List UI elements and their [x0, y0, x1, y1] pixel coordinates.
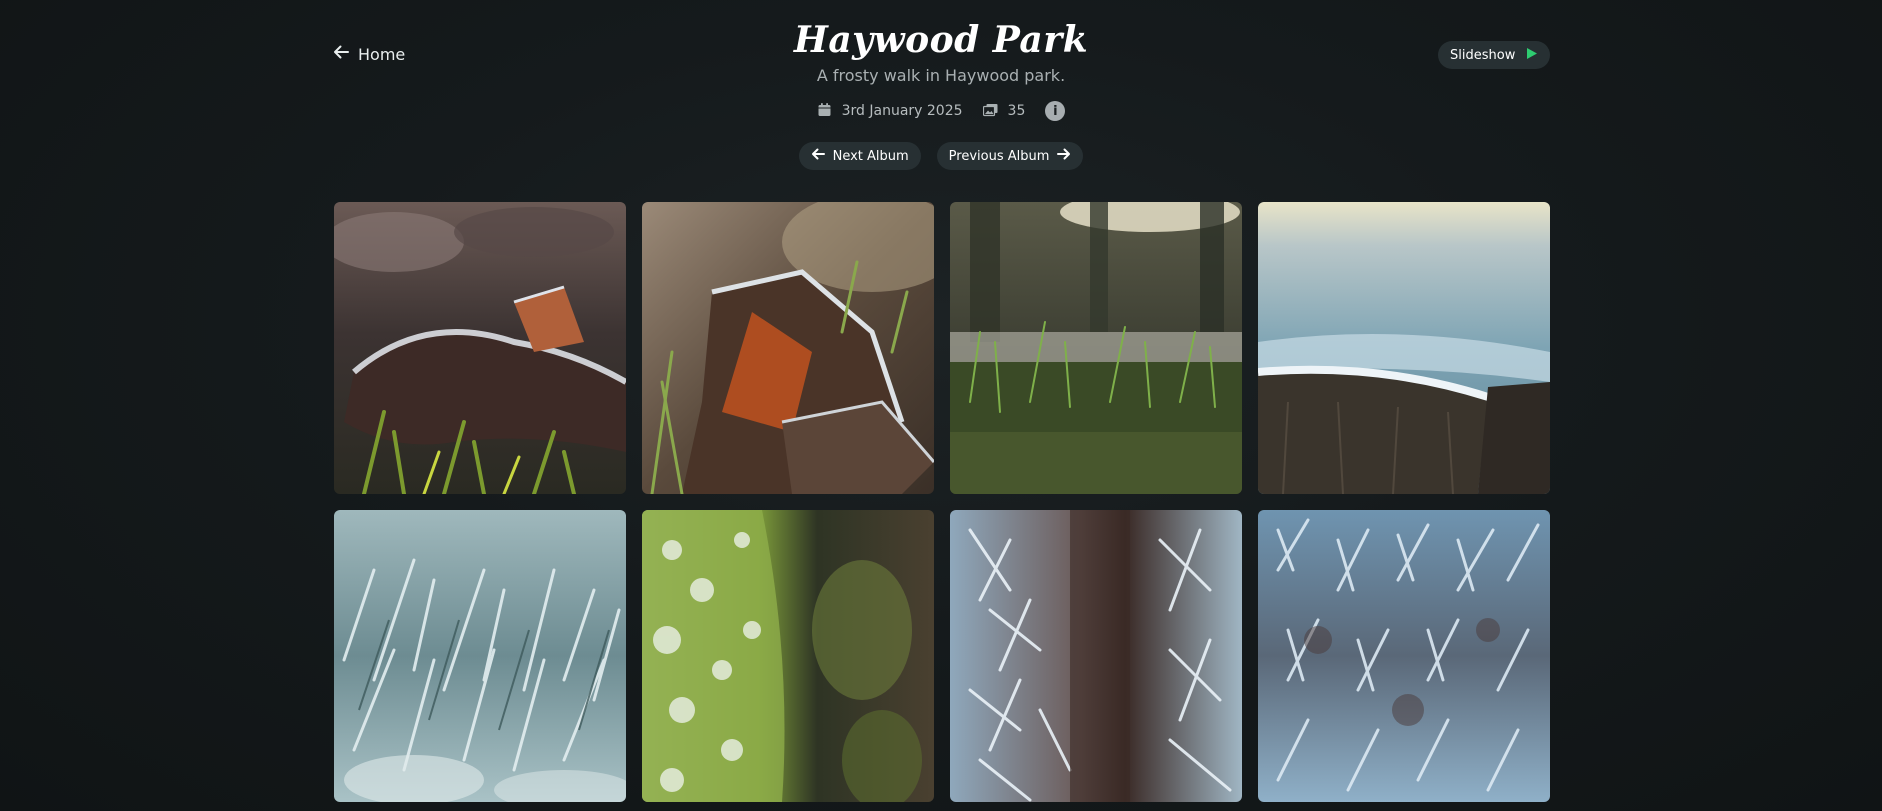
- photo-thumbnail[interactable]: [642, 202, 934, 494]
- album-navigation: Next Album Previous Album: [0, 142, 1882, 170]
- photo-grid: [334, 202, 1550, 802]
- photo-thumbnail[interactable]: [1258, 202, 1550, 494]
- images-icon: [982, 102, 998, 121]
- album-title: Haywood Park: [793, 19, 1089, 61]
- arrow-right-icon: [1057, 147, 1071, 165]
- slideshow-label: Slideshow: [1450, 47, 1516, 63]
- previous-album-label: Previous Album: [948, 148, 1050, 164]
- arrow-left-icon: [811, 147, 825, 165]
- album-meta: 3rd January 2025 35 i: [0, 101, 1882, 121]
- album-photo-count: 35: [982, 102, 1026, 121]
- photo-count-text: 35: [1007, 103, 1026, 119]
- photo-thumbnail[interactable]: [950, 202, 1242, 494]
- next-album-button[interactable]: Next Album: [798, 142, 921, 170]
- photo-thumbnail[interactable]: [642, 510, 934, 802]
- album-date: 3rd January 2025: [817, 102, 963, 121]
- album-date-text: 3rd January 2025: [841, 103, 963, 119]
- info-icon[interactable]: i: [1045, 101, 1066, 121]
- photo-thumbnail[interactable]: [334, 202, 626, 494]
- slideshow-button[interactable]: Slideshow: [1438, 41, 1551, 69]
- album-page: Home Haywood Park A frosty walk in Haywo…: [0, 0, 1882, 811]
- previous-album-button[interactable]: Previous Album: [936, 142, 1084, 170]
- photo-thumbnail[interactable]: [950, 510, 1242, 802]
- photo-thumbnail[interactable]: [334, 510, 626, 802]
- album-header: Haywood Park A frosty walk in Haywood pa…: [0, 18, 1882, 85]
- album-subtitle: A frosty walk in Haywood park.: [816, 66, 1066, 85]
- next-album-label: Next Album: [832, 148, 909, 164]
- photo-thumbnail[interactable]: [1258, 510, 1550, 802]
- calendar-icon: [817, 102, 832, 121]
- play-icon: [1525, 47, 1538, 64]
